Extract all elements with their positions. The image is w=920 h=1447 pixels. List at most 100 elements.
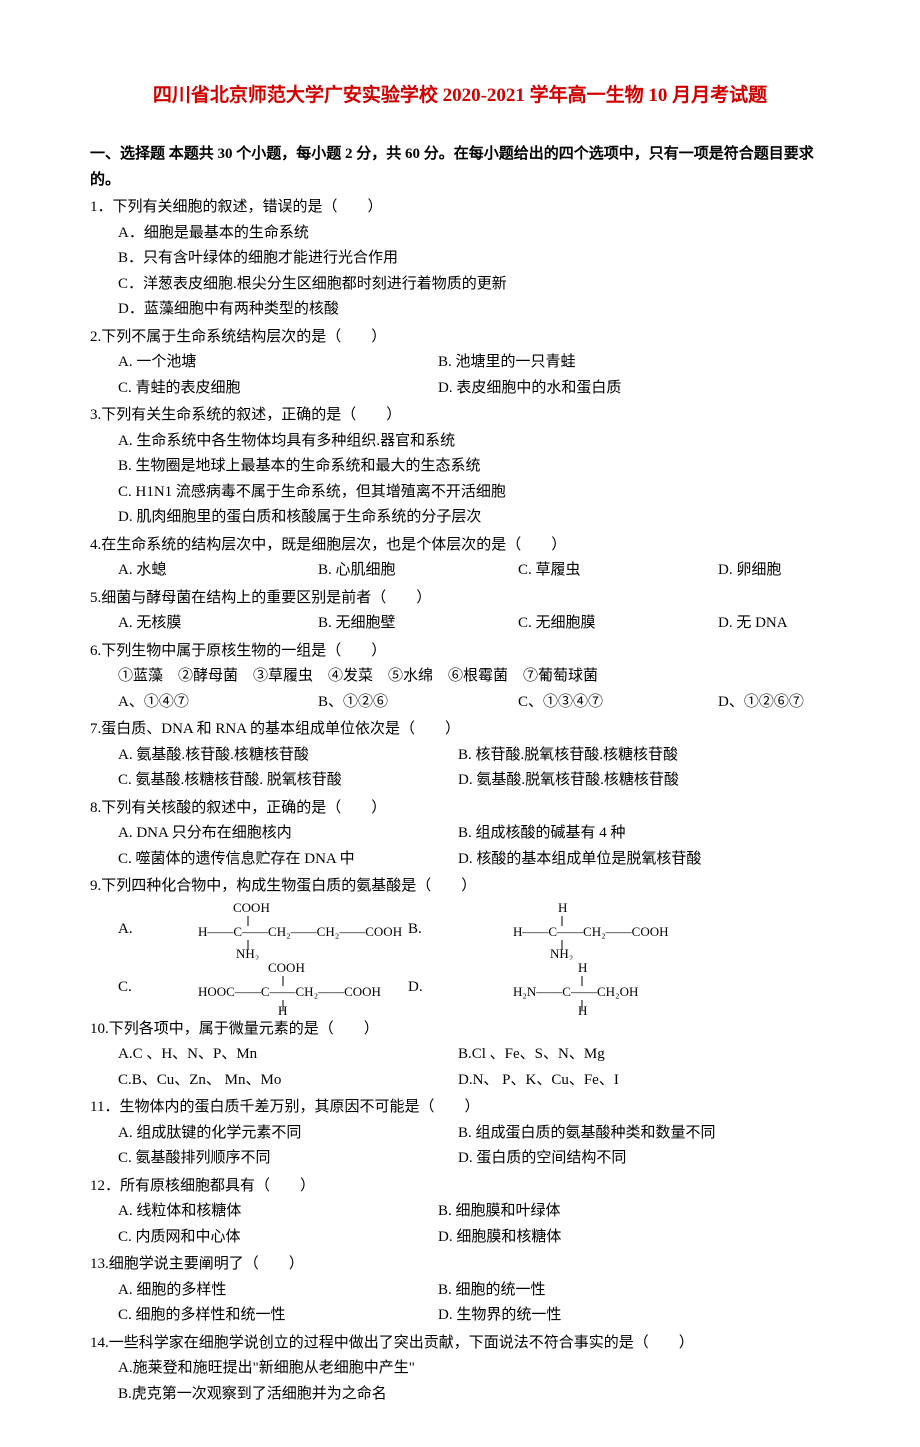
q10-option-a: A.C 、H、N、P、Mn bbox=[118, 1042, 458, 1068]
question-3: 3.下列有关生命系统的叙述，正确的是（ ） A. 生命系统中各生物体均具有多种组… bbox=[90, 403, 830, 531]
q1-option-b: B．只有含叶绿体的细胞才能进行光合作用 bbox=[118, 246, 830, 272]
q10-option-d: D.N、 P、K、Cu、Fe、I bbox=[458, 1068, 659, 1094]
q6-option-a: A、①④⑦ bbox=[118, 690, 318, 716]
q1-option-a: A．细胞是最基本的生命系统 bbox=[118, 221, 830, 247]
q13-option-b: B. 细胞的统一性 bbox=[438, 1278, 758, 1304]
q13-option-c: C. 细胞的多样性和统一性 bbox=[118, 1303, 438, 1329]
q2-option-b: B. 池塘里的一只青蛙 bbox=[438, 350, 758, 376]
q11-option-c: C. 氨基酸排列顺序不同 bbox=[118, 1146, 458, 1172]
q3-stem: 3.下列有关生命系统的叙述，正确的是（ ） bbox=[90, 403, 830, 429]
q14-option-b: B.虎克第一次观察到了活细胞并为之命名 bbox=[118, 1382, 830, 1408]
q4-option-d: D. 卵细胞 bbox=[718, 558, 918, 584]
q7-stem: 7.蛋白质、DNA 和 RNA 的基本组成单位依次是（ ） bbox=[90, 717, 830, 743]
q13-stem: 13.细胞学说主要阐明了（ ） bbox=[90, 1252, 830, 1278]
svg-text:NH₂: NH₂ bbox=[550, 946, 573, 960]
question-13: 13.细胞学说主要阐明了（ ） A. 细胞的多样性 B. 细胞的统一性 C. 细… bbox=[90, 1252, 830, 1329]
q1-stem: 1．下列有关细胞的叙述，错误的是（ ） bbox=[90, 195, 830, 221]
svg-text:H: H bbox=[578, 960, 587, 975]
svg-text:H: H bbox=[578, 1003, 587, 1015]
q2-option-c: C. 青蛙的表皮细胞 bbox=[118, 376, 438, 402]
question-11: 11．生物体内的蛋白质千差万别，其原因不可能是（ ） A. 组成肽键的化学元素不… bbox=[90, 1095, 830, 1172]
q8-option-b: B. 组成核酸的碱基有 4 种 bbox=[458, 821, 666, 847]
q2-stem: 2.下列不属于生命系统结构层次的是（ ） bbox=[90, 325, 830, 351]
q9-label-b: B. bbox=[408, 917, 498, 943]
q3-option-d: D. 肌肉细胞里的蛋白质和核酸属于生命系统的分子层次 bbox=[118, 505, 830, 531]
q2-option-d: D. 表皮细胞中的水和蛋白质 bbox=[438, 376, 758, 402]
svg-text:H——C——CH₂——CH₂——COOH: H——C——CH₂——CH₂——COOH bbox=[198, 924, 402, 939]
q9-formula-c: COOH HOOC——C——CH₂——COOH H bbox=[178, 960, 408, 1015]
q8-option-c: C. 噬菌体的遗传信息贮存在 DNA 中 bbox=[118, 847, 458, 873]
q5-option-a: A. 无核膜 bbox=[118, 611, 318, 637]
q11-stem: 11．生物体内的蛋白质千差万别，其原因不可能是（ ） bbox=[90, 1095, 830, 1121]
q2-option-a: A. 一个池塘 bbox=[118, 350, 438, 376]
q10-stem: 10.下列各项中，属于微量元素的是（ ） bbox=[90, 1017, 830, 1043]
section-header: 一、选择题 本题共 30 个小题，每小题 2 分，共 60 分。在每小题给出的四… bbox=[90, 142, 830, 193]
q6-stem: 6.下列生物中属于原核生物的一组是（ ） bbox=[90, 639, 830, 665]
question-2: 2.下列不属于生命系统结构层次的是（ ） A. 一个池塘 B. 池塘里的一只青蛙… bbox=[90, 325, 830, 402]
q12-option-d: D. 细胞膜和核糖体 bbox=[438, 1225, 758, 1251]
svg-text:H: H bbox=[278, 1003, 287, 1015]
q7-option-b: B. 核苷酸.脱氧核苷酸.核糖核苷酸 bbox=[458, 743, 718, 769]
q3-option-c: C. H1N1 流感病毒不属于生命系统，但其增殖离不开活细胞 bbox=[118, 480, 830, 506]
q3-option-b: B. 生物圈是地球上最基本的生命系统和最大的生态系统 bbox=[118, 454, 830, 480]
question-5: 5.细菌与酵母菌在结构上的重要区别是前者（ ） A. 无核膜 B. 无细胞壁 C… bbox=[90, 586, 830, 637]
q9-label-d: D. bbox=[408, 975, 498, 1001]
svg-text:HOOC——C——CH₂——COOH: HOOC——C——CH₂——COOH bbox=[198, 984, 381, 999]
q8-option-d: D. 核酸的基本组成单位是脱氧核苷酸 bbox=[458, 847, 741, 873]
question-7: 7.蛋白质、DNA 和 RNA 的基本组成单位依次是（ ） A. 氨基酸.核苷酸… bbox=[90, 717, 830, 794]
svg-text:COOH: COOH bbox=[233, 900, 270, 915]
q14-stem: 14.一些科学家在细胞学说创立的过程中做出了突出贡献，下面说法不符合事实的是（ … bbox=[90, 1331, 830, 1357]
q5-option-c: C. 无细胞膜 bbox=[518, 611, 718, 637]
question-10: 10.下列各项中，属于微量元素的是（ ） A.C 、H、N、P、Mn B.Cl … bbox=[90, 1017, 830, 1094]
q13-option-a: A. 细胞的多样性 bbox=[118, 1278, 438, 1304]
q7-option-c: C. 氨基酸.核糖核苷酸. 脱氧核苷酸 bbox=[118, 768, 458, 794]
q12-option-b: B. 细胞膜和叶绿体 bbox=[438, 1199, 758, 1225]
q4-option-a: A. 水螅 bbox=[118, 558, 318, 584]
q9-formula-d: H H₂N——C——CH₂OH H bbox=[498, 960, 698, 1015]
q9-stem: 9.下列四种化合物中，构成生物蛋白质的氨基酸是（ ） bbox=[90, 874, 830, 900]
question-8: 8.下列有关核酸的叙述中，正确的是（ ） A. DNA 只分布在细胞核内 B. … bbox=[90, 796, 830, 873]
q4-stem: 4.在生命系统的结构层次中，既是细胞层次，也是个体层次的是（ ） bbox=[90, 533, 830, 559]
q6-list: ①蓝藻 ②酵母菌 ③草履虫 ④发菜 ⑤水绵 ⑥根霉菌 ⑦葡萄球菌 bbox=[90, 664, 830, 690]
q11-option-d: D. 蛋白质的空间结构不同 bbox=[458, 1146, 666, 1172]
q8-option-a: A. DNA 只分布在细胞核内 bbox=[118, 821, 458, 847]
q5-stem: 5.细菌与酵母菌在结构上的重要区别是前者（ ） bbox=[90, 586, 830, 612]
svg-text:H——C——CH₂——COOH: H——C——CH₂——COOH bbox=[513, 924, 669, 939]
exam-title: 四川省北京师范大学广安实验学校 2020-2021 学年高一生物 10 月月考试… bbox=[90, 80, 830, 112]
q9-formula-a: COOH H——C——CH₂——CH₂——COOH NH₂ bbox=[178, 900, 408, 960]
q1-option-d: D．蓝藻细胞中有两种类型的核酸 bbox=[118, 297, 830, 323]
svg-text:H: H bbox=[558, 900, 567, 915]
q14-option-a: A.施莱登和施旺提出"新细胞从老细胞中产生" bbox=[118, 1356, 830, 1382]
question-9: 9.下列四种化合物中，构成生物蛋白质的氨基酸是（ ） A. COOH H——C—… bbox=[90, 874, 830, 1015]
question-4: 4.在生命系统的结构层次中，既是细胞层次，也是个体层次的是（ ） A. 水螅 B… bbox=[90, 533, 830, 584]
q4-option-b: B. 心肌细胞 bbox=[318, 558, 518, 584]
q11-option-a: A. 组成肽键的化学元素不同 bbox=[118, 1121, 458, 1147]
q5-option-d: D. 无 DNA bbox=[718, 611, 918, 637]
q7-option-a: A. 氨基酸.核苷酸.核糖核苷酸 bbox=[118, 743, 458, 769]
svg-text:H₂N——C——CH₂OH: H₂N——C——CH₂OH bbox=[513, 984, 638, 999]
q12-option-c: C. 内质网和中心体 bbox=[118, 1225, 438, 1251]
q9-label-a: A. bbox=[90, 917, 178, 943]
q9-label-c: C. bbox=[90, 975, 178, 1001]
question-12: 12．所有原核细胞都具有（ ） A. 线粒体和核糖体 B. 细胞膜和叶绿体 C.… bbox=[90, 1174, 830, 1251]
q6-option-d: D、①②⑥⑦ bbox=[718, 690, 918, 716]
q12-stem: 12．所有原核细胞都具有（ ） bbox=[90, 1174, 830, 1200]
q5-option-b: B. 无细胞壁 bbox=[318, 611, 518, 637]
q6-option-b: B、①②⑥ bbox=[318, 690, 518, 716]
question-6: 6.下列生物中属于原核生物的一组是（ ） ①蓝藻 ②酵母菌 ③草履虫 ④发菜 ⑤… bbox=[90, 639, 830, 716]
question-14: 14.一些科学家在细胞学说创立的过程中做出了突出贡献，下面说法不符合事实的是（ … bbox=[90, 1331, 830, 1408]
q11-option-b: B. 组成蛋白质的氨基酸种类和数量不同 bbox=[458, 1121, 756, 1147]
svg-text:NH₂: NH₂ bbox=[236, 946, 259, 960]
question-1: 1．下列有关细胞的叙述，错误的是（ ） A．细胞是最基本的生命系统 B．只有含叶… bbox=[90, 195, 830, 323]
q10-option-b: B.Cl 、Fe、S、N、Mg bbox=[458, 1042, 645, 1068]
q8-stem: 8.下列有关核酸的叙述中，正确的是（ ） bbox=[90, 796, 830, 822]
q3-option-a: A. 生命系统中各生物体均具有多种组织.器官和系统 bbox=[118, 429, 830, 455]
q10-option-c: C.B、Cu、Zn、 Mn、Mo bbox=[118, 1068, 458, 1094]
q4-option-c: C. 草履虫 bbox=[518, 558, 718, 584]
svg-text:COOH: COOH bbox=[268, 960, 305, 975]
q12-option-a: A. 线粒体和核糖体 bbox=[118, 1199, 438, 1225]
q13-option-d: D. 生物界的统一性 bbox=[438, 1303, 758, 1329]
q6-option-c: C、①③④⑦ bbox=[518, 690, 718, 716]
q1-option-c: C．洋葱表皮细胞.根尖分生区细胞都时刻进行着物质的更新 bbox=[118, 272, 830, 298]
q9-formula-b: H H——C——CH₂——COOH NH₂ bbox=[498, 900, 698, 960]
